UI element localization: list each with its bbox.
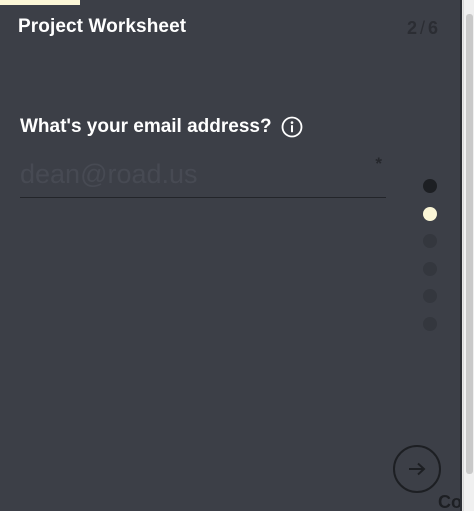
page-title: Project Worksheet — [18, 16, 187, 37]
progress-bar — [0, 0, 80, 5]
question-label: What's your email address? — [20, 116, 272, 137]
worksheet-frame: Project Worksheet 2/6 What's your email … — [0, 0, 462, 511]
step-dot-1[interactable] — [423, 179, 437, 193]
step-dot-5[interactable] — [423, 289, 437, 303]
step-dot-2[interactable] — [423, 206, 437, 221]
next-button[interactable] — [393, 445, 441, 493]
step-dot-6[interactable] — [423, 316, 437, 331]
scrollbar[interactable] — [463, 0, 474, 511]
required-marker: * — [375, 154, 382, 173]
scrollbar-thumb[interactable] — [466, 14, 473, 474]
info-circle-icon[interactable] — [281, 116, 303, 138]
step-dot-3[interactable] — [423, 234, 437, 248]
cutoff-label: Co — [438, 492, 462, 511]
step-counter: 2/6 — [407, 18, 438, 39]
step-separator: / — [419, 18, 425, 38]
step-indicator — [423, 179, 437, 344]
email-input[interactable] — [20, 152, 386, 196]
step-total: 6 — [427, 18, 438, 38]
email-field: * — [20, 152, 386, 198]
question: What's your email address? — [20, 116, 303, 138]
step-current: 2 — [406, 18, 417, 38]
arrow-right-icon — [409, 462, 426, 476]
step-dot-4[interactable] — [423, 261, 437, 276]
